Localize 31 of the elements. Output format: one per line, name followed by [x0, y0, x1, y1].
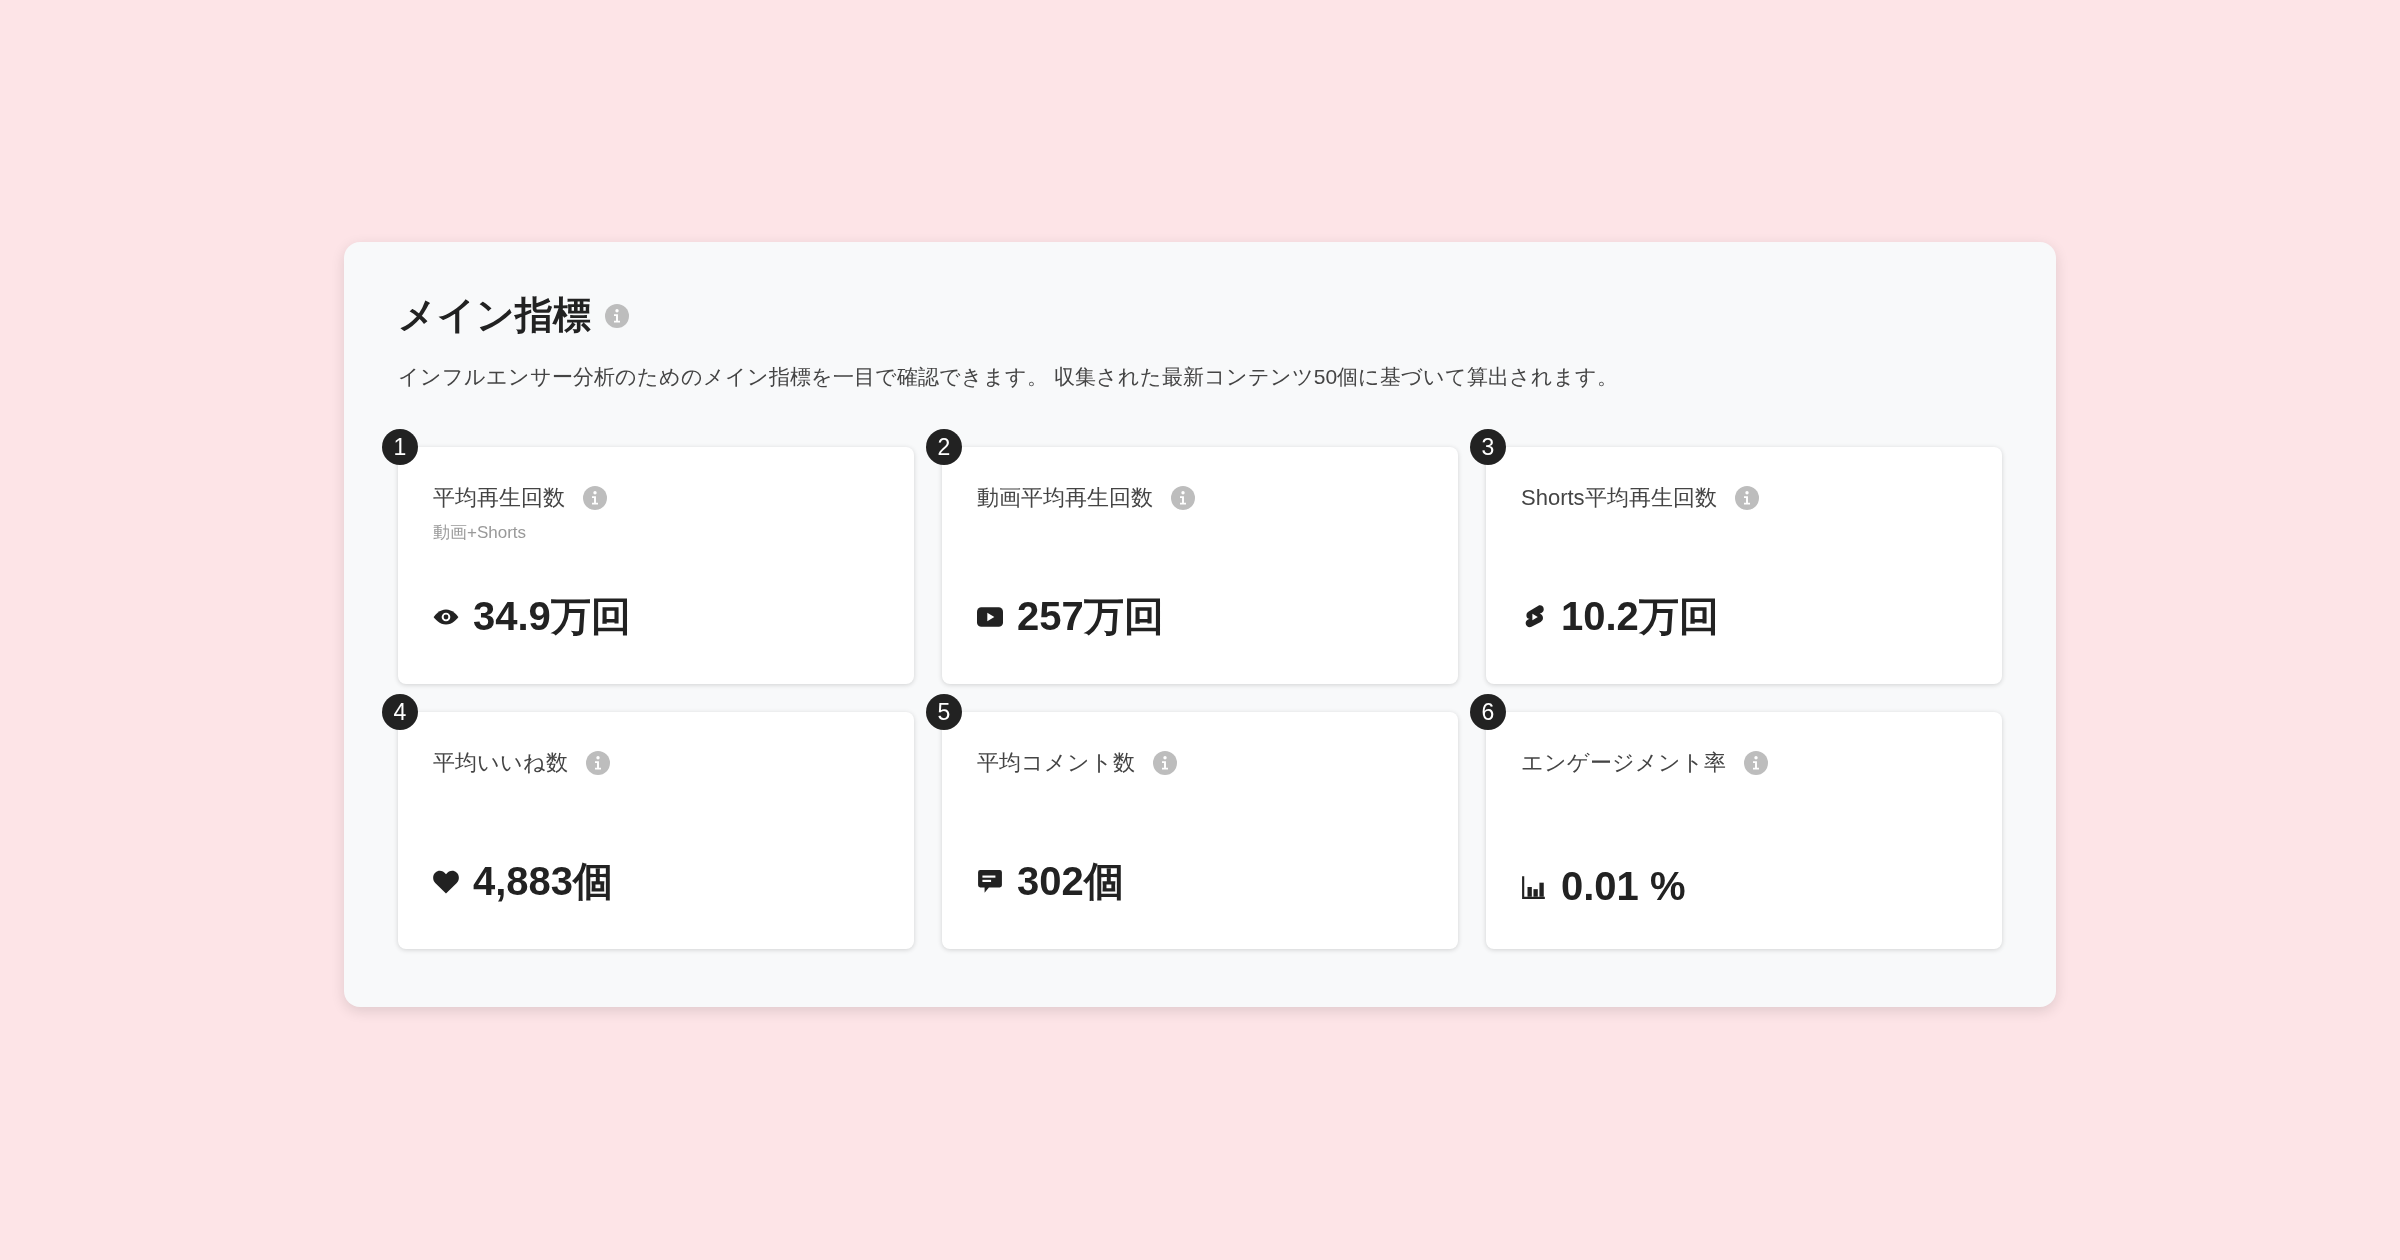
section-description: インフルエンサー分析のためのメイン指標を一目で確認できます。 収集された最新コンテンツ50個に基づいて算出されます。 [398, 364, 1620, 390]
metric-label: 動画平均再生回数 [977, 484, 1153, 512]
metric-label: エンゲージメント率 [1521, 749, 1726, 777]
number-badge: 2 [926, 429, 962, 465]
metric-value: 34.9万回 [473, 593, 631, 640]
number-badge: 6 [1470, 694, 1506, 730]
heart-icon [433, 868, 459, 895]
info-icon[interactable] [1153, 751, 1177, 775]
info-icon[interactable] [583, 486, 607, 510]
metric-value: 257万回 [1017, 593, 1164, 640]
info-icon[interactable] [1744, 751, 1768, 775]
metric-label: 平均再生回数 [433, 484, 565, 512]
section-title: メイン指標 [398, 293, 591, 338]
metric-label: 平均コメント数 [977, 749, 1135, 777]
info-icon[interactable] [605, 303, 629, 328]
number-badge: 4 [382, 694, 418, 730]
info-icon[interactable] [586, 751, 610, 775]
info-icon[interactable] [1734, 486, 1759, 510]
comment-icon [977, 868, 1003, 895]
metric-value: 10.2万回 [1561, 593, 1719, 640]
metric-value: 4,883個 [473, 858, 614, 905]
number-badge: 3 [1470, 429, 1506, 465]
number-badge: 5 [926, 694, 962, 730]
metric-value: 302個 [1017, 858, 1124, 905]
metric-sublabel: 動画+Shorts [433, 522, 528, 544]
metric-value: 0.01 % [1561, 864, 1686, 909]
metric-label: Shorts平均再生回数 [1521, 484, 1717, 512]
bar-chart-icon [1521, 873, 1547, 900]
number-badge: 1 [382, 429, 418, 465]
metric-label: 平均いいね数 [433, 749, 568, 777]
info-icon[interactable] [1171, 486, 1195, 510]
